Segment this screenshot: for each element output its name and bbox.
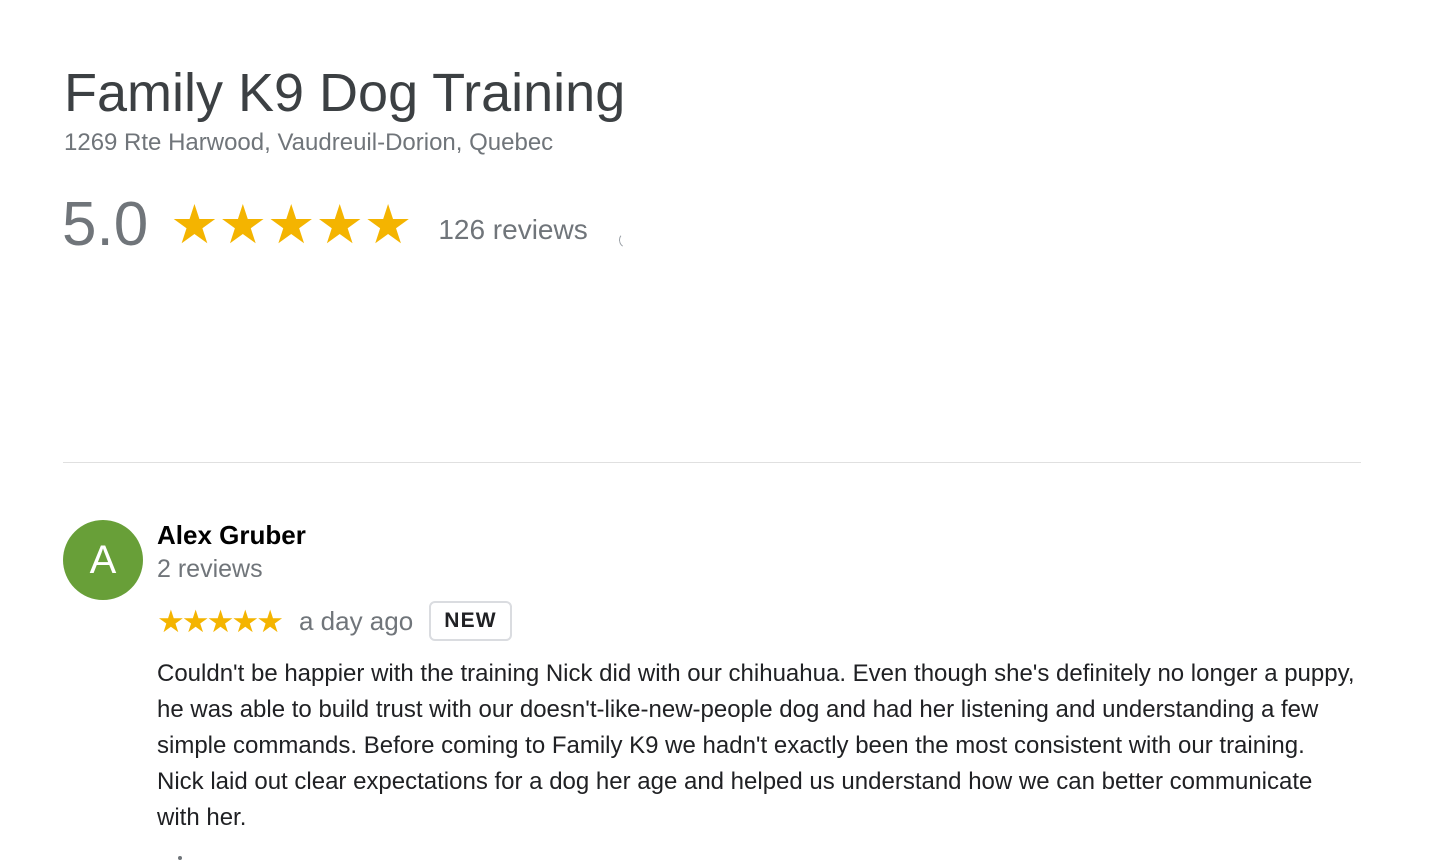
star-icon: ★ [157, 603, 185, 639]
rating-summary: 5.0 ★ ★ ★ ★ ★ 126 reviews [62, 188, 588, 262]
star-icon: ★ [256, 603, 284, 639]
review-time: a day ago [298, 606, 414, 636]
star-icon: ★ [206, 603, 235, 639]
section-divider [63, 462, 1361, 463]
star-icon: ★ [218, 195, 268, 255]
star-icon: ★ [267, 195, 316, 255]
review-stars: ★ ★ ★ ★ ★ [157, 603, 284, 639]
review-body: Alex Gruber 2 reviews ★ ★ ★ ★ ★ a day ag… [157, 519, 1357, 836]
reviews-count-link[interactable]: 126 reviews [438, 215, 587, 245]
rating-value: 5.0 [62, 190, 149, 259]
reviewer-review-count[interactable]: 2 reviews [157, 553, 1357, 585]
review-text: Couldn't be happier with the training Ni… [157, 660, 1355, 831]
business-address: 1269 Rte Harwood, Vaudreuil-Dorion, Queb… [64, 129, 554, 156]
rating-stars: ★ ★ ★ ★ ★ [170, 198, 412, 252]
star-icon: ★ [231, 603, 260, 639]
partial-icon [178, 856, 182, 860]
star-icon: ★ [315, 195, 364, 255]
avatar[interactable]: A [63, 520, 143, 600]
business-name: Family K9 Dog Training [64, 63, 626, 123]
business-header: Family K9 Dog Training 1269 Rte Harwood,… [64, 58, 1364, 158]
star-icon: ★ [170, 195, 219, 255]
review-meta: ★ ★ ★ ★ ★ a day ago NEW [157, 600, 1357, 642]
star-icon: ★ [181, 603, 210, 639]
loading-spinner-icon [617, 230, 637, 250]
star-icon: ★ [363, 195, 413, 255]
reviewer-name[interactable]: Alex Gruber [157, 519, 1357, 551]
new-badge: NEW [429, 601, 512, 641]
